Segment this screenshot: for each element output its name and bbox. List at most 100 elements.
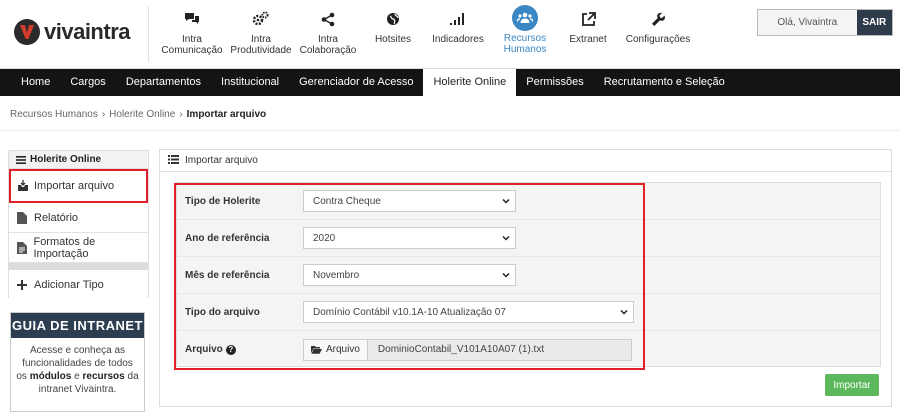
banner-title: GUIA DE INTRANET	[11, 313, 144, 338]
banner-bold-modules: módulos	[29, 371, 72, 382]
chevron-down-icon	[502, 235, 510, 241]
form-row-mes: Mês de referência Novembro	[177, 257, 882, 294]
sidebar-item-relatorio[interactable]: Relatório	[9, 203, 148, 233]
plus-icon	[17, 280, 29, 290]
wrench-icon	[648, 10, 668, 28]
app-intra-colaboracao[interactable]: Intra Colaboração	[293, 0, 363, 69]
breadcrumb-root[interactable]: Recursos Humanos	[10, 109, 98, 120]
file-text-icon	[17, 241, 28, 254]
sidebar-title-label: Holerite Online	[30, 154, 102, 165]
sidebar-item-label: Importar arquivo	[34, 179, 115, 192]
form-row-tipo-holerite: Tipo de Holerite Contra Cheque	[177, 183, 882, 220]
mes-label: Mês de referência	[185, 269, 270, 281]
panel-title: Importar arquivo	[185, 155, 258, 166]
help-icon[interactable]: ?	[225, 344, 236, 355]
nav-cargos[interactable]: Cargos	[60, 69, 115, 96]
nav-recrutamento-e-selecao[interactable]: Recrutamento e Seleção	[594, 69, 735, 96]
app-label-line1: Configurações	[625, 34, 691, 45]
import-button[interactable]: Importar	[825, 374, 879, 396]
app-indicadores[interactable]: Indicadores	[423, 0, 493, 69]
ano-value: 2020	[313, 232, 336, 244]
mes-value: Novembro	[313, 269, 360, 281]
breadcrumb-separator: ›	[179, 109, 183, 120]
banner-bold-resources: recursos	[82, 371, 125, 382]
brand-logo[interactable]: vivaintra	[14, 19, 131, 45]
app-label-line1: Indicadores	[432, 34, 484, 45]
ano-label: Ano de referência	[185, 232, 270, 244]
sidebar-item-formatos-de-importacao[interactable]: Formatos de Importação	[9, 233, 148, 263]
nav-permissoes[interactable]: Permissões	[516, 69, 593, 96]
app-label-line2: Produtividade	[230, 45, 292, 56]
tipo-holerite-select[interactable]: Contra Cheque	[303, 190, 516, 212]
app-label-line2: Humanos	[503, 44, 547, 55]
choose-file-label: Arquivo	[326, 344, 360, 355]
arquivo-label-text: Arquivo	[185, 344, 223, 355]
app-intra-comunicacao[interactable]: Intra Comunicação	[155, 0, 229, 69]
share-icon	[318, 10, 338, 28]
user-greeting[interactable]: Olá, Vivaintra	[758, 10, 857, 35]
sidebar-add-tipo[interactable]: Adicionar Tipo	[9, 270, 148, 300]
app-extranet[interactable]: Extranet	[557, 0, 619, 69]
menu-icon	[16, 155, 26, 164]
arquivo-label: Arquivo?	[177, 344, 303, 355]
tipo-arquivo-select[interactable]: Domínio Contábil v10.1A-10 Atualização 0…	[303, 301, 634, 323]
chat-icon	[182, 10, 202, 28]
list-icon	[168, 154, 179, 167]
app-label-line1: Extranet	[569, 34, 607, 45]
external-link-icon	[578, 10, 598, 28]
app-label-line1: Intra	[317, 34, 338, 45]
mes-select[interactable]: Novembro	[303, 264, 516, 286]
chevron-down-icon	[620, 309, 628, 315]
sidebar-title: Holerite Online	[9, 151, 148, 169]
logo-mark-icon	[14, 19, 40, 45]
inbox-icon	[17, 179, 29, 192]
selected-file-name: DominioContabil_V101A10A07 (1).txt	[367, 338, 632, 361]
nav-home[interactable]: Home	[11, 69, 60, 96]
nav-holerite-online[interactable]: Holerite Online	[423, 69, 517, 96]
app-label-line2: Comunicação	[161, 45, 223, 56]
app-hotsites[interactable]: Hotsites	[363, 0, 423, 69]
app-configuracoes[interactable]: Configurações	[619, 0, 697, 69]
tipo-holerite-label: Tipo de Holerite	[185, 195, 261, 207]
form-row-tipo-arquivo: Tipo do arquivo Domínio Contábil v10.1A-…	[177, 294, 882, 331]
logout-button[interactable]: SAIR	[856, 10, 892, 35]
app-label-line1: Hotsites	[374, 34, 412, 45]
app-recursos-humanos[interactable]: Recursos Humanos	[493, 0, 557, 69]
nav-gerenciador-de-acesso[interactable]: Gerenciador de Acesso	[289, 69, 423, 96]
sidebar-add-label: Adicionar Tipo	[34, 279, 104, 291]
folder-open-icon	[311, 346, 322, 354]
banner-text: Acesse e conheça as funcionalidades de t…	[11, 338, 144, 402]
import-form: Tipo de Holerite Contra Cheque Ano de re…	[176, 182, 882, 367]
tipo-holerite-value: Contra Cheque	[313, 195, 381, 207]
tipo-arquivo-value: Domínio Contábil v10.1A-10 Atualização 0…	[313, 306, 506, 318]
ano-select[interactable]: 2020	[303, 227, 516, 249]
nav-departamentos[interactable]: Departamentos	[116, 69, 211, 96]
app-label-line1: Intra	[250, 34, 271, 45]
bar-chart-icon	[448, 10, 468, 28]
breadcrumb-divider	[0, 130, 900, 131]
sidebar-item-importar-arquivo[interactable]: Importar arquivo	[9, 169, 148, 203]
chevron-down-icon	[502, 272, 510, 278]
breadcrumb-separator: ›	[101, 109, 106, 120]
app-label-line1: Intra	[181, 34, 202, 45]
sidebar-item-label: Formatos de Importação	[33, 235, 96, 260]
choose-file-button[interactable]: Arquivo	[303, 338, 368, 361]
nav-institucional[interactable]: Institucional	[211, 69, 289, 96]
tipo-arquivo-label: Tipo do arquivo	[185, 306, 260, 318]
user-box: Olá, Vivaintra SAIR	[757, 9, 893, 36]
chevron-down-icon	[502, 198, 510, 204]
breadcrumb-section[interactable]: Holerite Online	[109, 109, 175, 120]
header-divider	[148, 6, 149, 62]
form-row-ano: Ano de referência 2020	[177, 220, 882, 257]
globe-icon	[383, 10, 403, 28]
import-panel: Importar arquivo Tipo de Holerite Contra…	[159, 149, 892, 407]
brand-name: vivaintra	[44, 19, 131, 44]
gears-icon	[251, 10, 271, 28]
sidebar: Holerite Online Importar arquivo Relatór…	[8, 150, 149, 300]
app-intra-produtividade[interactable]: Intra Produtividade	[229, 0, 293, 69]
sidebar-divider	[9, 263, 148, 270]
intranet-guide-banner[interactable]: GUIA DE INTRANET Acesse e conheça as fun…	[10, 312, 145, 412]
breadcrumb-current: Importar arquivo	[186, 109, 267, 120]
sidebar-item-label: Relatório	[34, 211, 79, 224]
breadcrumb: Recursos Humanos › Holerite Online › Imp…	[10, 109, 266, 120]
